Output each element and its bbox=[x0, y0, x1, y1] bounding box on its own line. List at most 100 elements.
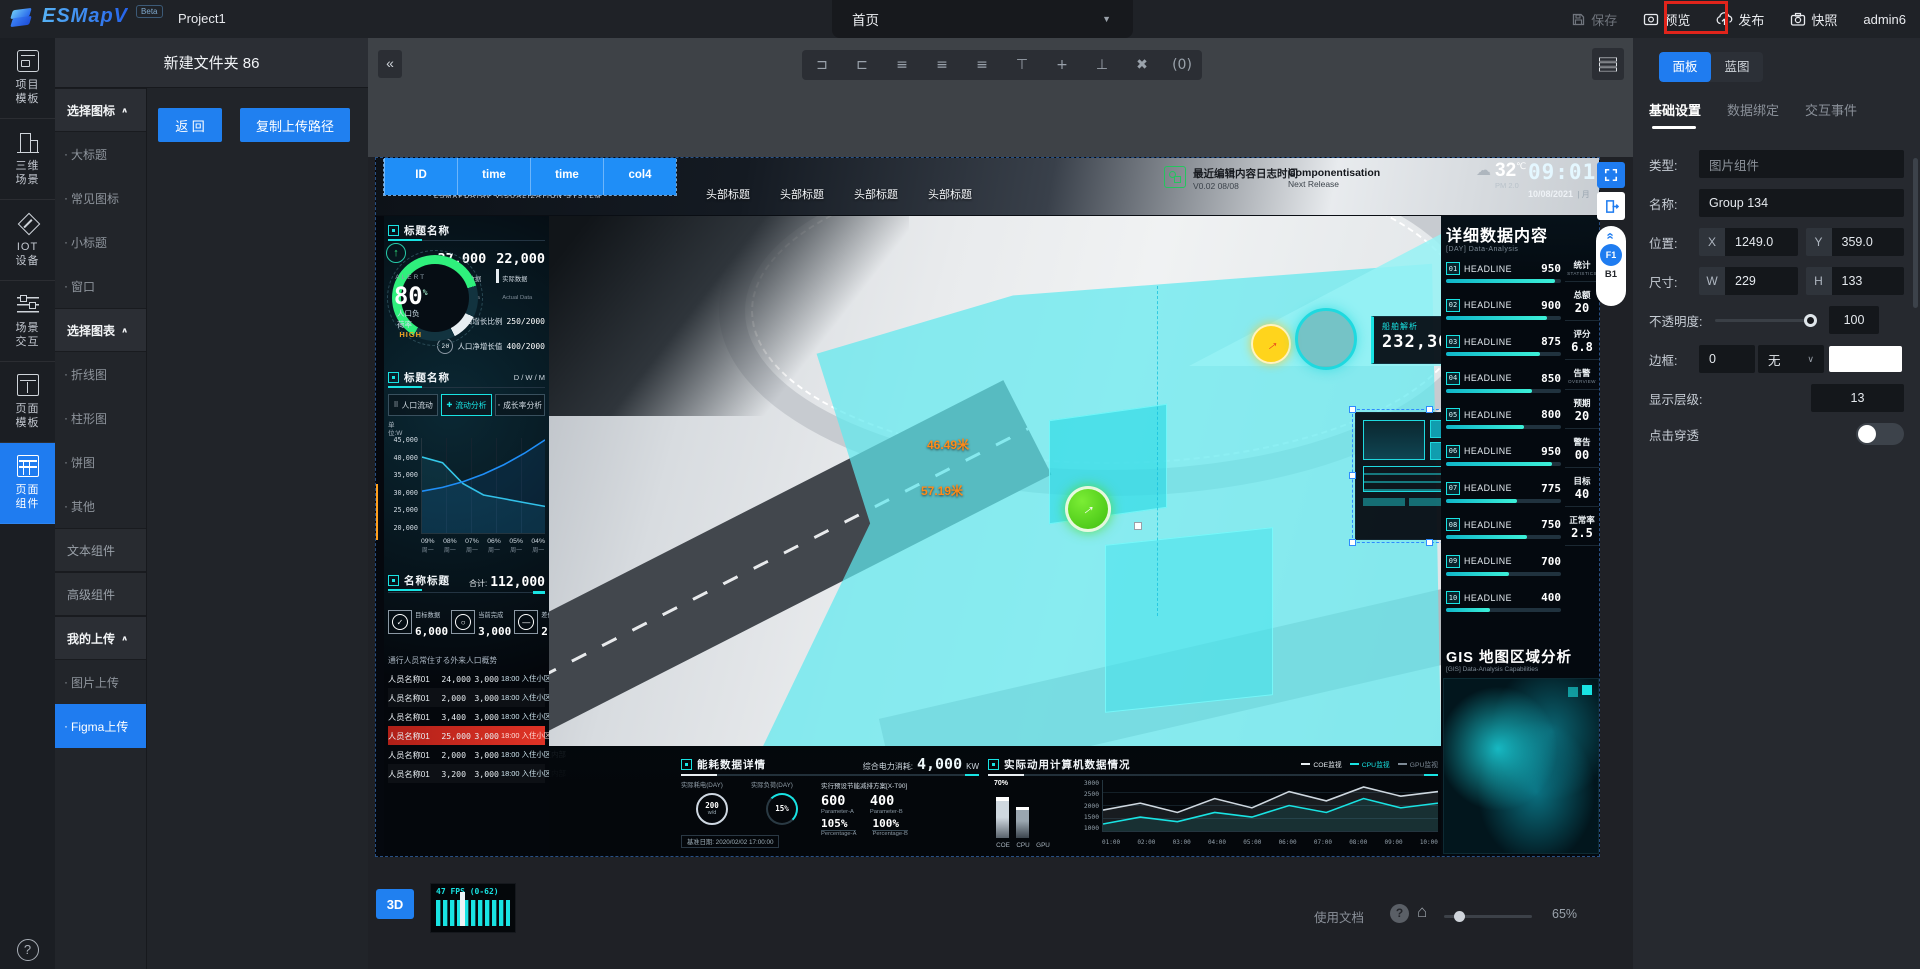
save-button[interactable]: 保存 bbox=[1571, 10, 1617, 29]
library-nav-row[interactable]: 选择图表 ∧ bbox=[55, 308, 146, 352]
sidebar-item-scene-interaction[interactable]: 场景 交互 bbox=[0, 281, 55, 362]
sidebar-item-iot-devices[interactable]: IOT 设备 bbox=[0, 200, 55, 281]
library-nav-row[interactable]: 我的上传 ∧ bbox=[55, 616, 146, 660]
inspector-subtab[interactable]: 基础设置 bbox=[1649, 100, 1701, 129]
library-nav-row[interactable]: 文本组件 bbox=[55, 528, 146, 572]
table-row[interactable]: 人员名称01 2,000 3,000 18:00 入住小区内部 bbox=[388, 688, 545, 707]
table-row[interactable]: 人员名称01 2,000 3,000 18:00 入住小区内部 bbox=[388, 745, 545, 764]
send-backward-icon[interactable]: ⊏ bbox=[849, 57, 875, 73]
docs-link[interactable]: 使用文档 bbox=[1314, 907, 1364, 926]
border-width-input[interactable]: 0 bbox=[1699, 345, 1755, 373]
editor-canvas[interactable]: « ⊐ ⊏ ≡ ≡ ≡ ⊤ + ⊥ ✖ (0) bbox=[368, 38, 1633, 969]
width-input[interactable]: 229 bbox=[1725, 267, 1798, 295]
opacity-value[interactable]: 100 bbox=[1829, 306, 1879, 334]
library-nav-row[interactable]: · 大标题 bbox=[55, 132, 146, 176]
table-row[interactable]: 人员名称01 3,400 3,000 18:00 入住小区内部 bbox=[388, 707, 545, 726]
inspector-subtab[interactable]: 数据绑定 bbox=[1727, 100, 1779, 129]
library-nav-row[interactable]: 选择图标 ∧ bbox=[55, 88, 146, 132]
border-color-swatch[interactable] bbox=[1829, 346, 1902, 372]
zoom-slider[interactable] bbox=[1444, 915, 1532, 918]
map-3d-view[interactable]: → → 46.49米 57.19米 船舶解析 232,300W/M bbox=[549, 216, 1441, 746]
inspector-mode-tab[interactable]: 蓝图 bbox=[1711, 52, 1763, 82]
align-bottom-icon[interactable]: ⊥ bbox=[1089, 57, 1115, 73]
sidebar-item-icon bbox=[17, 455, 39, 477]
selected-image-component[interactable] bbox=[1355, 412, 1441, 540]
help-icon: ? bbox=[17, 939, 39, 961]
chart-tab[interactable]: ✚ 流动分析 bbox=[441, 394, 491, 416]
home-icon[interactable]: ⌂ bbox=[1417, 902, 1427, 922]
user-account[interactable]: admin6 bbox=[1863, 12, 1906, 27]
layers-button[interactable] bbox=[1592, 48, 1624, 80]
sidebar-item-project-templates[interactable]: 项目 模板 bbox=[0, 38, 55, 119]
inspector-subtab[interactable]: 交互事件 bbox=[1805, 100, 1857, 129]
page-selector-dropdown[interactable]: 首页 ▼ bbox=[832, 0, 1133, 38]
name-input[interactable]: Group 134 bbox=[1699, 189, 1904, 217]
nav-title[interactable]: 头部标题 bbox=[928, 186, 972, 202]
nav-title[interactable]: 头部标题 bbox=[780, 186, 824, 202]
group-icon[interactable]: (0) bbox=[1169, 57, 1195, 73]
b1-button[interactable]: B1 bbox=[1605, 269, 1617, 280]
inspector-scrollbar[interactable] bbox=[1913, 158, 1918, 308]
library-nav-row[interactable]: 高级组件 bbox=[55, 572, 146, 616]
map-marker-green[interactable]: → bbox=[1065, 486, 1111, 532]
alignment-toolbar: ⊐ ⊏ ≡ ≡ ≡ ⊤ + ⊥ ✖ (0) bbox=[802, 50, 1202, 80]
sidebar-item-page-templates[interactable]: 页面 模板 bbox=[0, 362, 55, 443]
sidebar-item-3d-scene[interactable]: 三维 场景 bbox=[0, 119, 55, 200]
bring-forward-icon[interactable]: ⊐ bbox=[809, 57, 835, 73]
align-top-icon[interactable]: ⊤ bbox=[1009, 57, 1035, 73]
mode-3d-button[interactable]: 3D bbox=[376, 889, 414, 919]
library-nav-row[interactable]: · 其他 bbox=[55, 484, 146, 528]
table-header-component[interactable]: IDtimetimecol4 bbox=[384, 157, 676, 195]
opacity-slider[interactable] bbox=[1715, 319, 1815, 322]
nav-title[interactable]: 头部标题 bbox=[706, 186, 750, 202]
align-right-icon[interactable]: ≡ bbox=[969, 57, 995, 73]
chart-tab[interactable]: ⠿ 人口流动 bbox=[388, 394, 438, 416]
copy-upload-path-button[interactable]: 复制上传路径 bbox=[240, 108, 350, 142]
library-nav-row[interactable]: · 图片上传 bbox=[55, 660, 146, 704]
map-marker-yellow[interactable]: → bbox=[1251, 324, 1291, 364]
library-nav-row[interactable]: · 小标题 bbox=[55, 220, 146, 264]
panel-collapse-button[interactable]: « bbox=[378, 50, 402, 78]
map-tooltip: 船舶解析 232,300W/M bbox=[1371, 316, 1441, 364]
opacity-slider-knob[interactable] bbox=[1804, 314, 1817, 327]
delete-icon[interactable]: ✖ bbox=[1129, 57, 1155, 73]
click-through-toggle[interactable] bbox=[1856, 423, 1904, 445]
f1-button[interactable]: F1 bbox=[1600, 244, 1622, 266]
map-marker-ring[interactable] bbox=[1295, 308, 1357, 370]
zindex-input[interactable]: 13 bbox=[1811, 384, 1904, 412]
measure-line bbox=[1157, 286, 1158, 616]
library-nav-row[interactable]: · 窗口 bbox=[55, 264, 146, 308]
y-input[interactable]: 359.0 bbox=[1832, 228, 1905, 256]
collapse-chevrons-icon[interactable]: « bbox=[1606, 232, 1616, 239]
inspector-mode-tab[interactable]: 面板 bbox=[1659, 52, 1711, 82]
table-row[interactable]: 人员名称01 24,000 3,000 18:00 入住小区内部 bbox=[388, 669, 545, 688]
clock-widget: 09:01:0 10/08/2021 | 月 bbox=[1528, 160, 1600, 202]
table-row[interactable]: 人员名称01 25,000 3,000 18:00 入住小区内部 bbox=[388, 726, 545, 745]
arrow-icon: → bbox=[1260, 333, 1282, 356]
exit-button[interactable] bbox=[1597, 192, 1625, 220]
fullscreen-button[interactable] bbox=[1597, 162, 1625, 188]
zoom-slider-knob[interactable] bbox=[1454, 911, 1465, 922]
help-button[interactable]: ? bbox=[0, 939, 55, 961]
height-input[interactable]: 133 bbox=[1832, 267, 1905, 295]
align-center-vertical-icon[interactable]: + bbox=[1049, 57, 1075, 73]
library-nav-row[interactable]: · Figma上传 bbox=[55, 704, 146, 748]
snapshot-button[interactable]: 快照 bbox=[1790, 10, 1837, 29]
align-center-horizontal-icon[interactable]: ≡ bbox=[929, 57, 955, 73]
library-nav-row[interactable]: · 常见图标 bbox=[55, 176, 146, 220]
chart-tab[interactable]: ◦ 成长率分析 bbox=[495, 394, 545, 416]
library-nav-row[interactable]: · 饼图 bbox=[55, 440, 146, 484]
align-left-icon[interactable]: ≡ bbox=[889, 57, 915, 73]
dashboard-artboard[interactable]: ESMAP ESMAPDATAV VISUALIZATION SYSTEM ID… bbox=[375, 157, 1600, 857]
library-nav-row[interactable]: · 折线图 bbox=[55, 352, 146, 396]
border-style-select[interactable]: 无 ∨ bbox=[1758, 345, 1824, 373]
doc-help-icon[interactable]: ? bbox=[1390, 904, 1409, 923]
sidebar-item-page-components[interactable]: 页面 组件 bbox=[0, 443, 55, 524]
x-input[interactable]: 1249.0 bbox=[1725, 228, 1798, 256]
back-button[interactable]: 返 回 bbox=[158, 108, 222, 142]
library-nav-row[interactable]: · 柱形图 bbox=[55, 396, 146, 440]
section-title: 名称标题 bbox=[388, 570, 469, 590]
arrow-icon: → bbox=[1076, 497, 1100, 521]
nav-title[interactable]: 头部标题 bbox=[854, 186, 898, 202]
table-row[interactable]: 人员名称01 3,200 3,000 18:00 入住小区内部 bbox=[388, 764, 545, 783]
